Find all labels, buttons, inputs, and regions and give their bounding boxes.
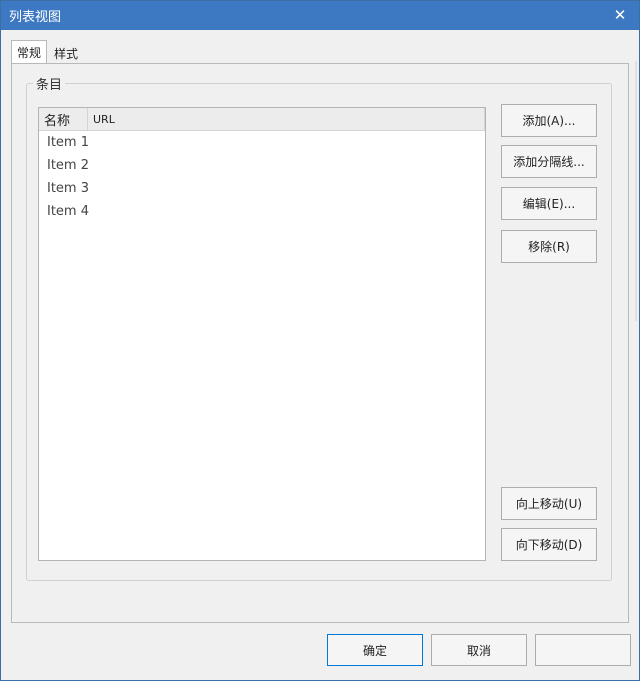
column-header-name[interactable]: 名称	[39, 108, 88, 130]
title-bar: 列表视图 ✕	[1, 1, 639, 30]
window-edge-shadow	[635, 61, 637, 321]
close-icon[interactable]: ✕	[609, 5, 631, 25]
edit-button[interactable]: 编辑(E)...	[501, 187, 597, 220]
move-down-button[interactable]: 向下移动(D)	[501, 528, 597, 561]
tab-general[interactable]: 常规	[11, 40, 48, 63]
add-separator-button[interactable]: 添加分隔线...	[501, 145, 597, 178]
list-view-dialog: 列表视图 ✕ 常规 样式 条目 名称 URL Item 1 Item 2 Ite…	[0, 0, 640, 681]
apply-button[interactable]	[535, 634, 631, 666]
tab-strip: 常规 样式	[11, 40, 83, 63]
items-group: 条目 名称 URL Item 1 Item 2 Item 3 Item 4 添加…	[26, 74, 612, 581]
tab-panel-general: 条目 名称 URL Item 1 Item 2 Item 3 Item 4 添加…	[11, 63, 629, 623]
ok-button[interactable]: 确定	[327, 634, 423, 666]
cancel-button[interactable]: 取消	[431, 634, 527, 666]
list-item[interactable]: Item 1	[39, 131, 485, 154]
items-listview[interactable]: 名称 URL Item 1 Item 2 Item 3 Item 4	[38, 107, 486, 561]
items-group-legend: 条目	[33, 74, 66, 93]
tab-style[interactable]: 样式	[49, 43, 83, 63]
list-item[interactable]: Item 4	[39, 200, 485, 223]
move-up-button[interactable]: 向上移动(U)	[501, 487, 597, 520]
list-item[interactable]: Item 2	[39, 154, 485, 177]
list-item[interactable]: Item 3	[39, 177, 485, 200]
column-header-url[interactable]: URL	[88, 108, 485, 130]
listview-header: 名称 URL	[39, 108, 485, 131]
window-title: 列表视图	[9, 10, 62, 25]
remove-button[interactable]: 移除(R)	[501, 230, 597, 263]
add-button[interactable]: 添加(A)...	[501, 104, 597, 137]
